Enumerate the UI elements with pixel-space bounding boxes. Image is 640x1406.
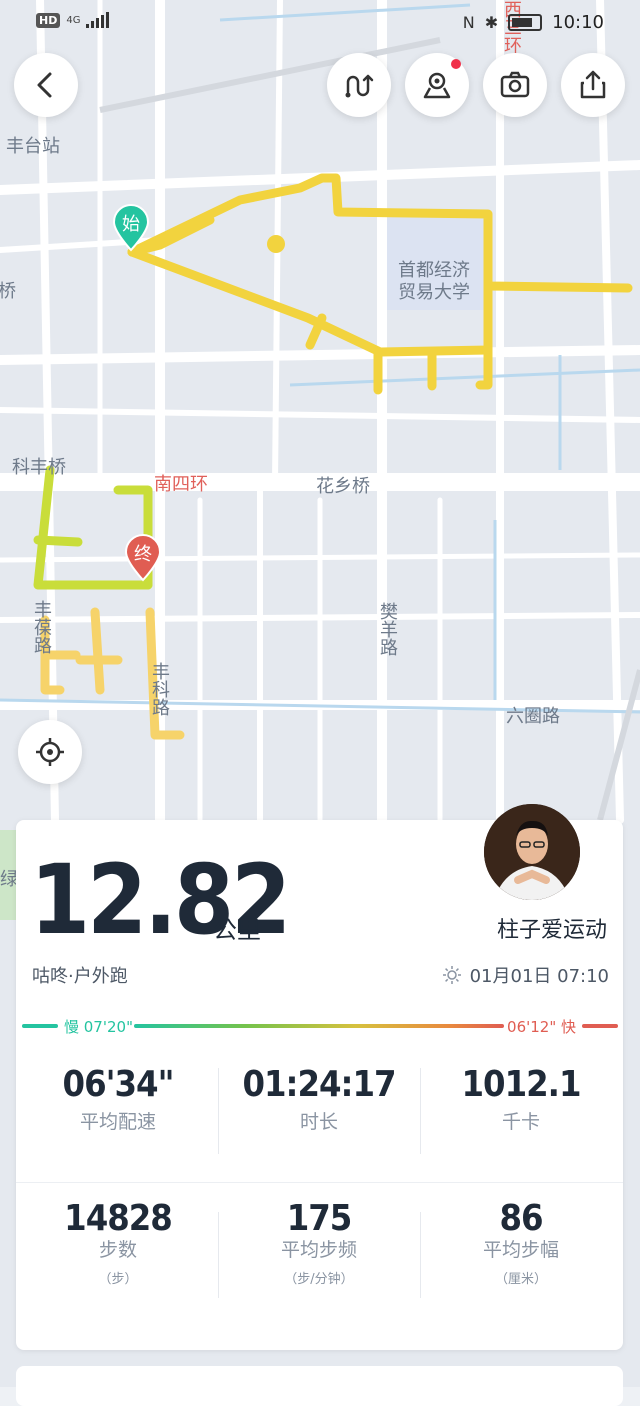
activity-type: 咕咚·户外跑 xyxy=(32,966,128,987)
stat-cadence: 175 平均步频 （步/分钟） xyxy=(219,1198,419,1287)
map-label-qiao: 桥 xyxy=(0,281,16,302)
crosshair-icon xyxy=(36,738,64,766)
back-arrow-icon xyxy=(37,72,52,98)
end-marker[interactable]: 终 xyxy=(124,534,162,582)
stat-unit: （步） xyxy=(98,1272,138,1287)
stat-label: 平均步频 xyxy=(280,1239,357,1261)
stat-value: 01:24:17 xyxy=(242,1064,396,1105)
location-share-button[interactable] xyxy=(405,53,469,117)
bluetooth-icon: ✱ xyxy=(484,13,499,32)
start-marker-label: 始 xyxy=(122,214,140,235)
signal-icon xyxy=(86,12,110,28)
activity-date: 01月01日 07:10 xyxy=(442,962,609,988)
map-label-university-line2: 贸易大学 xyxy=(398,282,470,303)
stat-stride: 86 平均步幅 （厘米） xyxy=(421,1198,621,1287)
fast-line xyxy=(582,1024,618,1028)
network-indicator: 4G xyxy=(66,14,81,26)
hd-indicator: HD xyxy=(36,12,61,28)
distance-unit: 公里 xyxy=(213,916,261,944)
map-label-fengbao-road: 丰葆路 xyxy=(31,600,52,654)
camera-button[interactable] xyxy=(483,53,547,117)
stat-value: 175 xyxy=(286,1198,353,1239)
map-label-liuquan-road: 六圈路 xyxy=(506,706,560,727)
share-button[interactable] xyxy=(561,53,625,117)
stat-label: 步数 xyxy=(98,1239,137,1261)
end-marker-label: 终 xyxy=(134,544,152,565)
pace-gradient-bar: 慢 07'20" 06'12" 快 xyxy=(22,1016,618,1036)
map-label-south-4th-ring: 南四环 xyxy=(154,474,208,495)
next-card-peek xyxy=(16,1366,623,1406)
back-button[interactable] xyxy=(14,53,78,117)
username[interactable]: 柱子爱运动 xyxy=(497,912,607,944)
stat-avg-pace: 06'34" 平均配速 xyxy=(18,1064,218,1134)
stat-unit: （步/分钟） xyxy=(284,1272,354,1287)
location-pin-icon xyxy=(423,72,451,99)
start-marker[interactable]: 始 xyxy=(112,204,150,252)
stat-steps: 14828 步数 （步） xyxy=(18,1198,218,1287)
map-label-huaxiang-bridge: 花乡桥 xyxy=(316,476,370,497)
map-label-university-line1: 首都经济 xyxy=(398,260,470,281)
map-label-kefeng-bridge: 科丰桥 xyxy=(12,457,66,478)
stat-unit: （厘米） xyxy=(494,1272,547,1287)
pace-fast-label: 06'12" 快 xyxy=(507,1018,576,1036)
route-icon xyxy=(345,74,374,98)
map-label-university: 首都经济 贸易大学 xyxy=(398,260,470,304)
row-divider xyxy=(16,1182,623,1183)
sun-icon xyxy=(442,966,461,984)
route-button[interactable] xyxy=(327,53,391,117)
locate-button[interactable] xyxy=(18,720,82,784)
avatar-image xyxy=(484,804,580,900)
pace-slow-label: 慢 07'20" xyxy=(64,1018,133,1036)
stat-calories: 1012.1 千卡 xyxy=(421,1064,621,1134)
activity-datetime: 01月01日 07:10 xyxy=(469,966,609,987)
stat-duration: 01:24:17 时长 xyxy=(219,1064,419,1134)
map-label-fengtai-station: 丰台站 xyxy=(6,136,60,157)
stat-value: 1012.1 xyxy=(461,1064,582,1105)
pace-gradient xyxy=(134,1024,504,1028)
summary-card: 12.82 公里 柱子爱运动 咕咚·户外跑 01月01日 07:10 慢 07'… xyxy=(16,804,623,1350)
stat-value: 06'34" xyxy=(62,1064,175,1105)
nfc-icon: N xyxy=(462,13,475,32)
battery-icon xyxy=(508,14,543,31)
share-icon xyxy=(580,70,606,99)
notification-dot xyxy=(451,59,461,69)
status-time: 10:10 xyxy=(552,12,604,33)
map-label-fengke-road: 丰科路 xyxy=(149,662,170,716)
stat-label: 时长 xyxy=(299,1111,338,1133)
camera-icon xyxy=(500,71,530,98)
stat-label: 平均配速 xyxy=(79,1111,156,1133)
map-label-fanyang-road: 樊羊路 xyxy=(377,602,398,656)
stat-label: 平均步幅 xyxy=(482,1239,559,1261)
avatar[interactable] xyxy=(484,804,580,900)
stat-label: 千卡 xyxy=(501,1111,540,1133)
stat-value: 14828 xyxy=(64,1198,173,1239)
stat-value: 86 xyxy=(499,1198,543,1239)
slow-line xyxy=(22,1024,58,1028)
status-bar: HD 4G N ✱ 10:10 xyxy=(0,0,640,48)
